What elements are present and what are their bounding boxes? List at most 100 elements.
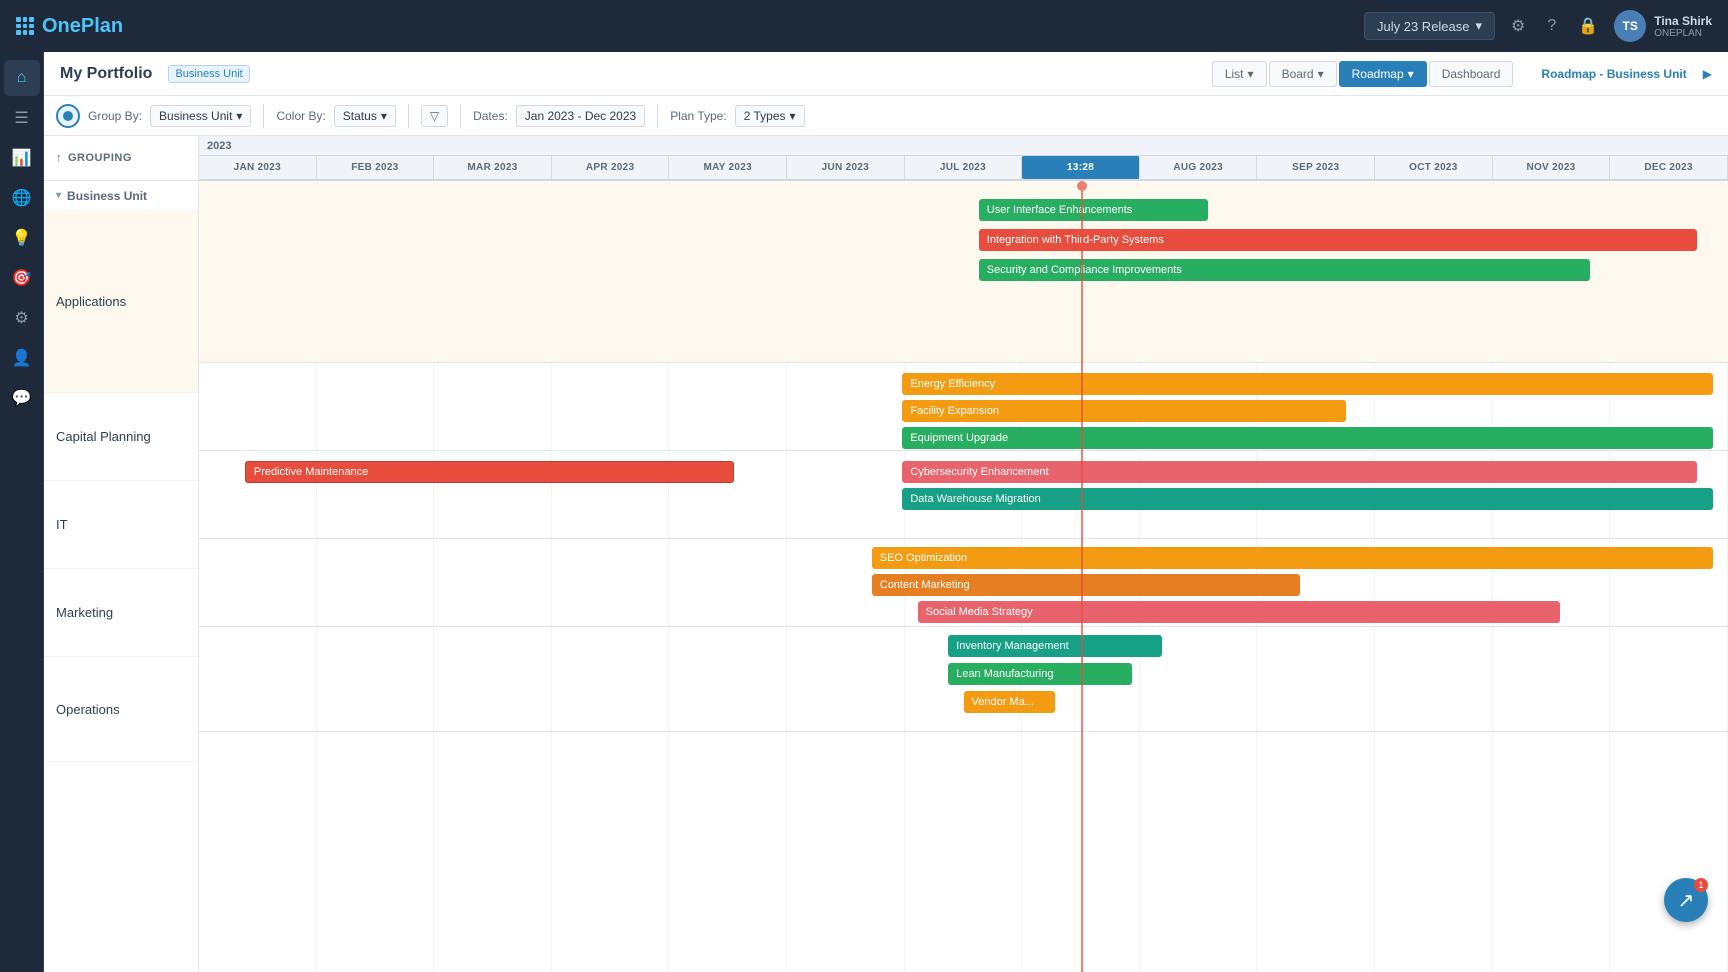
board-view-button[interactable]: Board bbox=[1269, 61, 1337, 87]
month-may: MAY 2023 bbox=[669, 156, 787, 179]
nav-chart[interactable]: 📊 bbox=[4, 140, 40, 176]
dates-label: Dates: bbox=[473, 109, 508, 123]
view-buttons: List Board Roadmap Dashboard bbox=[1212, 61, 1514, 87]
toolbar: Group By: Business Unit Color By: Status… bbox=[44, 96, 1728, 136]
group-by-select[interactable]: Business Unit bbox=[150, 105, 251, 127]
portfolio-title: My Portfolio bbox=[60, 65, 152, 83]
bar-label: Inventory Management bbox=[956, 640, 1069, 652]
roadmap-view-button[interactable]: Roadmap bbox=[1339, 61, 1427, 87]
nav-chat[interactable]: 💬 bbox=[4, 380, 40, 416]
color-by-label: Color By: bbox=[276, 109, 325, 123]
sep2 bbox=[408, 104, 409, 128]
grouping-header: ↑ GROUPING bbox=[44, 136, 198, 181]
bar-label: Security and Compliance Improvements bbox=[987, 264, 1182, 276]
nav-target[interactable]: 🎯 bbox=[4, 260, 40, 296]
month-nov: NOV 2023 bbox=[1493, 156, 1611, 179]
bar-seo[interactable]: SEO Optimization bbox=[872, 547, 1713, 569]
bar-label: Social Media Strategy bbox=[926, 606, 1033, 618]
roadmap-chevron-icon bbox=[1408, 67, 1414, 81]
timeline-inner: 2023 JAN 2023 FEB 2023 MAR 2023 APR 2023… bbox=[199, 136, 1728, 972]
year-label: 2023 bbox=[207, 140, 231, 152]
month-feb: FEB 2023 bbox=[317, 156, 435, 179]
timeline-area: 2023 JAN 2023 FEB 2023 MAR 2023 APR 2023… bbox=[199, 136, 1728, 972]
grouping-items: ▾ Business Unit Applications Capital Pla… bbox=[44, 181, 198, 972]
bar-social-media[interactable]: Social Media Strategy bbox=[918, 601, 1560, 623]
marketing-group-row[interactable]: Marketing bbox=[44, 569, 198, 657]
fab-badge: 1 bbox=[1694, 878, 1708, 892]
help-button[interactable]: ? bbox=[1541, 11, 1562, 41]
filter-icon: ▽ bbox=[430, 109, 439, 123]
bar-inventory[interactable]: Inventory Management bbox=[948, 635, 1162, 657]
settings-button[interactable]: ⚙ bbox=[1505, 10, 1531, 42]
bar-security[interactable]: Security and Compliance Improvements bbox=[979, 259, 1591, 281]
nav-bulb[interactable]: 💡 bbox=[4, 220, 40, 256]
operations-group-row[interactable]: Operations bbox=[44, 657, 198, 762]
user-name: Tina Shirk bbox=[1654, 14, 1712, 28]
timeline-grid: User Interface Enhancements Integration … bbox=[199, 181, 1728, 972]
left-nav: ⌂ ☰ 📊 🌐 💡 🎯 ⚙ 👤 💬 bbox=[0, 52, 44, 972]
bar-content-marketing[interactable]: Content Marketing bbox=[872, 574, 1300, 596]
months-row: JAN 2023 FEB 2023 MAR 2023 APR 2023 MAY … bbox=[199, 156, 1728, 181]
capital-planning-group-row[interactable]: Capital Planning bbox=[44, 393, 198, 481]
color-by-select[interactable]: Status bbox=[334, 105, 396, 127]
sep1 bbox=[263, 104, 264, 128]
app-logo: OnePlan bbox=[16, 15, 1352, 38]
month-jul: JUL 2023 bbox=[905, 156, 1023, 179]
expand-icon[interactable]: ▶ bbox=[1703, 67, 1712, 81]
circle-inner bbox=[63, 111, 73, 121]
nav-globe[interactable]: 🌐 bbox=[4, 180, 40, 216]
nav-home[interactable]: ⌂ bbox=[4, 60, 40, 96]
release-button[interactable]: July 23 Release bbox=[1364, 12, 1495, 40]
bar-lean-manufacturing[interactable]: Lean Manufacturing bbox=[948, 663, 1131, 685]
bar-equipment[interactable]: Equipment Upgrade bbox=[902, 427, 1712, 449]
nav-settings2[interactable]: ⚙ bbox=[4, 300, 40, 336]
bu-chevron-icon: ▾ bbox=[56, 190, 61, 201]
roadmap-body: ↑ GROUPING ▾ Business Unit Applications … bbox=[44, 136, 1728, 972]
today-line bbox=[1081, 181, 1083, 972]
bar-integration[interactable]: Integration with Third-Party Systems bbox=[979, 229, 1698, 251]
list-chevron-icon bbox=[1248, 67, 1254, 81]
plan-type-chevron bbox=[790, 109, 796, 123]
list-view-button[interactable]: List bbox=[1212, 61, 1267, 87]
applications-gantt: User Interface Enhancements Integration … bbox=[199, 181, 1728, 363]
bar-label: SEO Optimization bbox=[880, 552, 967, 564]
it-group-row[interactable]: IT bbox=[44, 481, 198, 569]
app-name: OnePlan bbox=[42, 15, 123, 38]
bar-label: Facility Expansion bbox=[910, 405, 999, 417]
applications-group-row[interactable]: Applications bbox=[44, 211, 198, 393]
capital-planning-label: Capital Planning bbox=[56, 429, 151, 444]
dashboard-view-button[interactable]: Dashboard bbox=[1429, 61, 1514, 87]
group-by-label: Group By: bbox=[88, 109, 142, 123]
user-profile[interactable]: TS Tina Shirk ONEPLAN bbox=[1614, 10, 1712, 42]
content-area: My Portfolio Business Unit List Board Ro… bbox=[44, 52, 1728, 972]
bar-label: Data Warehouse Migration bbox=[910, 493, 1040, 505]
bar-user-interface[interactable]: User Interface Enhancements bbox=[979, 199, 1208, 221]
bar-vendor[interactable]: Vendor Ma... bbox=[964, 691, 1056, 713]
roadmap-bu-label: Roadmap - Business Unit bbox=[1541, 67, 1686, 81]
nav-list[interactable]: ☰ bbox=[4, 100, 40, 136]
chevron-down-icon bbox=[1476, 18, 1483, 34]
avatar: TS bbox=[1614, 10, 1646, 42]
fab-icon: ↗ bbox=[1678, 888, 1695, 913]
bu-group-row[interactable]: ▾ Business Unit bbox=[44, 181, 198, 211]
bar-predictive[interactable]: Predictive Maintenance bbox=[245, 461, 734, 483]
marketing-gantt: SEO Optimization Content Marketing Socia… bbox=[199, 539, 1728, 627]
bar-cybersecurity[interactable]: Cybersecurity Enhancement bbox=[902, 461, 1697, 483]
fab-button[interactable]: ↗ 1 bbox=[1664, 878, 1708, 922]
month-today: 13:28 bbox=[1022, 156, 1140, 179]
circle-select-button[interactable] bbox=[56, 104, 80, 128]
filter-button[interactable]: ▽ bbox=[421, 105, 448, 127]
nav-person[interactable]: 👤 bbox=[4, 340, 40, 376]
bar-data-warehouse[interactable]: Data Warehouse Migration bbox=[902, 488, 1712, 510]
marketing-label: Marketing bbox=[56, 605, 113, 620]
month-jan: JAN 2023 bbox=[199, 156, 317, 179]
bar-energy[interactable]: Energy Efficiency bbox=[902, 373, 1712, 395]
month-dec: DEC 2023 bbox=[1610, 156, 1728, 179]
bar-label: Energy Efficiency bbox=[910, 378, 995, 390]
plan-type-select[interactable]: 2 Types bbox=[735, 105, 805, 127]
bar-label: Lean Manufacturing bbox=[956, 668, 1053, 680]
lock-button[interactable]: 🔒 bbox=[1572, 10, 1604, 42]
bar-label: Integration with Third-Party Systems bbox=[987, 234, 1164, 246]
dates-select[interactable]: Jan 2023 - Dec 2023 bbox=[516, 105, 645, 127]
bar-facility[interactable]: Facility Expansion bbox=[902, 400, 1345, 422]
